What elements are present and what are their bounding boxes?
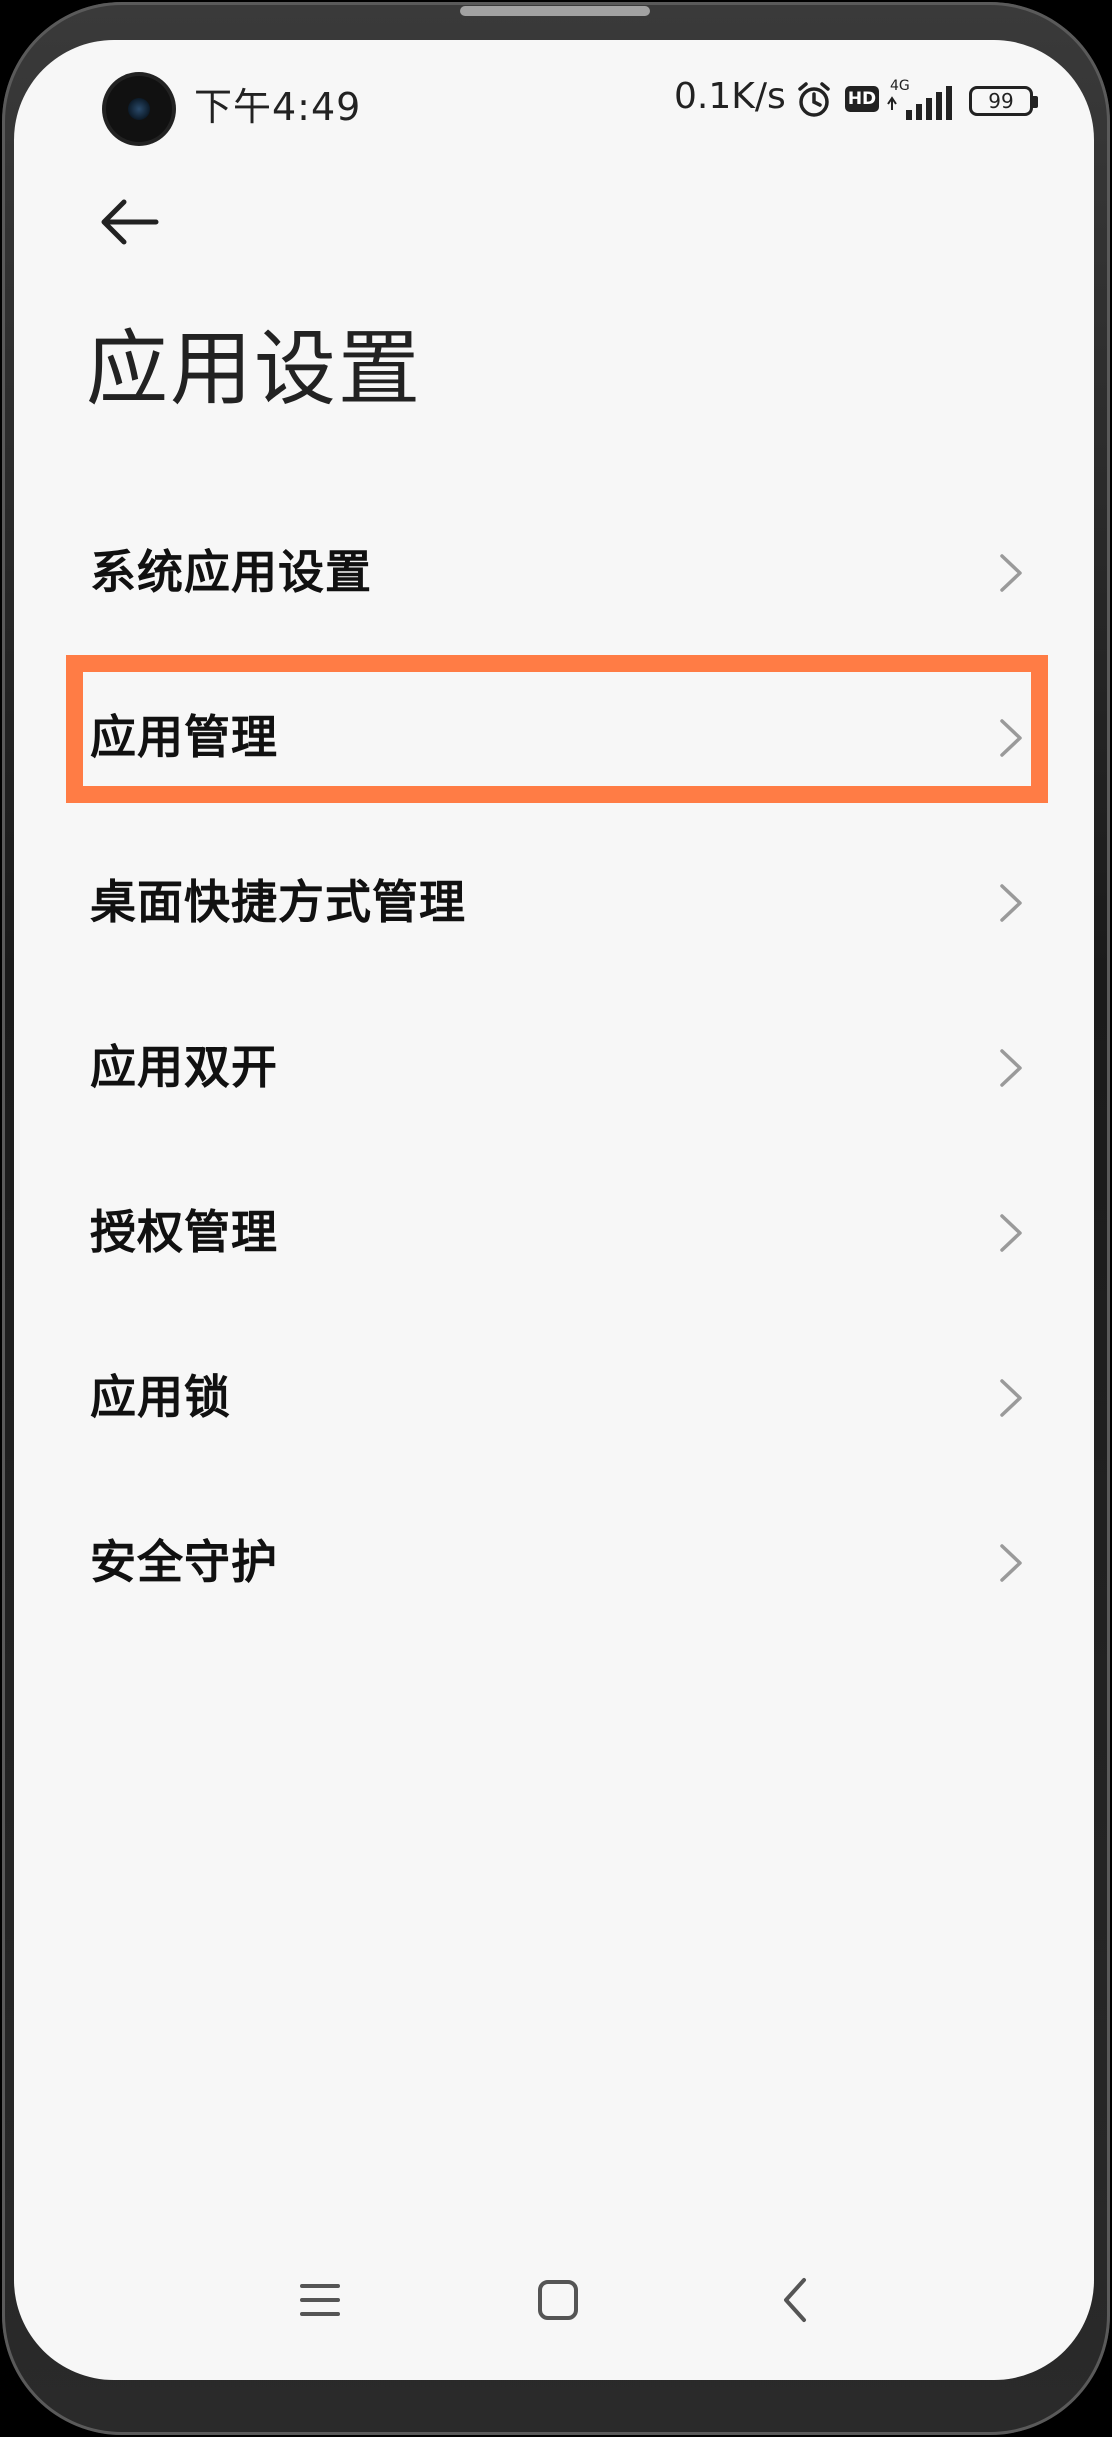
- front-camera-icon: [106, 76, 172, 142]
- home-icon[interactable]: [528, 2270, 588, 2330]
- menu-item-label: 桌面快捷方式管理: [90, 875, 466, 929]
- signal-icon: 4G: [887, 78, 952, 120]
- menu-item-dual-apps[interactable]: 应用双开: [14, 985, 1094, 1150]
- menu-item-label: 应用双开: [90, 1040, 278, 1094]
- screen: 下午4:49 0.1K/s HD 4G 99 应用设置 系统应用设置 应用管理 …: [14, 40, 1094, 2380]
- settings-menu-list: 系统应用设置 应用管理 桌面快捷方式管理 应用双开 授权管理 应用锁 安全守护: [14, 490, 1094, 1645]
- menu-item-label: 安全守护: [90, 1535, 278, 1589]
- back-icon[interactable]: [766, 2270, 826, 2330]
- network-speed: 0.1K/s: [674, 76, 786, 117]
- menu-item-app-lock[interactable]: 应用锁: [14, 1315, 1094, 1480]
- menu-item-desktop-shortcut-management[interactable]: 桌面快捷方式管理: [14, 820, 1094, 985]
- menu-icon[interactable]: [290, 2270, 350, 2330]
- top-speaker: [460, 6, 650, 16]
- menu-item-app-management[interactable]: 应用管理: [14, 655, 1094, 820]
- page-title: 应用设置: [86, 322, 423, 417]
- chevron-right-icon: [1000, 1214, 1022, 1252]
- menu-item-label: 系统应用设置: [90, 545, 372, 599]
- network-type-label: 4G: [890, 78, 910, 94]
- chevron-right-icon: [1000, 1544, 1022, 1582]
- menu-item-security-guard[interactable]: 安全守护: [14, 1480, 1094, 1645]
- back-arrow-icon[interactable]: [84, 180, 168, 264]
- status-time: 下午4:49: [194, 85, 362, 129]
- menu-item-permission-management[interactable]: 授权管理: [14, 1150, 1094, 1315]
- battery-icon: 99: [969, 86, 1038, 116]
- chevron-right-icon: [1000, 554, 1022, 592]
- menu-item-label: 授权管理: [90, 1205, 278, 1259]
- chevron-right-icon: [1000, 1049, 1022, 1087]
- alarm-icon: [798, 82, 830, 117]
- battery-level: 99: [988, 89, 1014, 113]
- hd-icon: HD: [845, 86, 879, 112]
- chevron-right-icon: [1000, 719, 1022, 757]
- chevron-right-icon: [1000, 1379, 1022, 1417]
- menu-item-label: 应用锁: [90, 1370, 231, 1424]
- status-bar: 下午4:49 0.1K/s HD 4G 99: [14, 40, 1094, 160]
- chevron-right-icon: [1000, 884, 1022, 922]
- menu-item-system-app-settings[interactable]: 系统应用设置: [14, 490, 1094, 655]
- menu-item-label: 应用管理: [90, 710, 278, 764]
